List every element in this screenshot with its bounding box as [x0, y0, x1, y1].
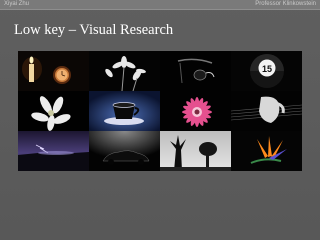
photo-car-silhouette	[89, 131, 160, 171]
car-silhouette-icon	[89, 131, 160, 171]
flowers-icon	[89, 51, 160, 91]
teacup-icon	[89, 91, 160, 131]
slide-title: Low key – Visual Research	[14, 22, 174, 38]
photo-night-sky	[18, 131, 89, 171]
photo-candle-clock	[18, 51, 89, 91]
lily-icon	[18, 91, 89, 131]
candle-clock-icon	[18, 51, 89, 91]
svg-text:15: 15	[262, 64, 272, 74]
photo-billiard-ball: 15	[231, 51, 302, 91]
slide: Xiyai Zhu Professor Klinkowstein Low key…	[0, 0, 320, 240]
photo-pink-gerbera	[160, 91, 231, 131]
night-sky-icon	[18, 131, 89, 171]
slide-header-bar: Xiyai Zhu Professor Klinkowstein	[0, 0, 320, 10]
billiard-ball-15-icon: 15	[231, 51, 302, 91]
professor-name: Professor Klinkowstein	[255, 1, 316, 7]
pink-gerbera-icon	[160, 91, 231, 131]
photo-dark-object	[160, 51, 231, 91]
dark-object-icon	[160, 51, 231, 91]
bird-of-paradise-icon	[231, 131, 302, 171]
photo-hand-guitar	[231, 91, 302, 131]
hand-guitar-icon	[231, 91, 302, 131]
photo-teacup	[89, 91, 160, 131]
photo-grid: 15	[18, 51, 302, 211]
photo-flowers	[89, 51, 160, 91]
photo-lily	[18, 91, 89, 131]
photo-tree-silhouettes	[160, 131, 231, 171]
photo-bird-of-paradise	[231, 131, 302, 171]
tree-silhouettes-icon	[160, 131, 231, 171]
author-name: Xiyai Zhu	[4, 1, 30, 7]
